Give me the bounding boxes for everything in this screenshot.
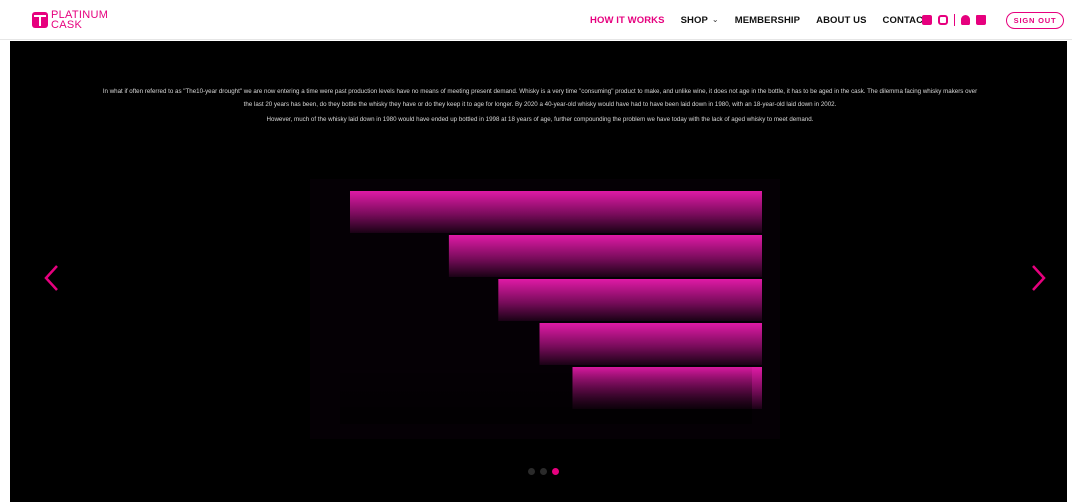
logo-mark-icon xyxy=(32,12,48,28)
chevron-down-icon: ⌄ xyxy=(711,14,719,24)
nav-membership[interactable]: MEMBERSHIP xyxy=(735,15,800,26)
logo-text: PLATINUM CASK xyxy=(51,10,108,31)
icon-divider xyxy=(954,14,955,26)
chart-bar xyxy=(448,235,762,277)
chart-bar xyxy=(539,323,762,365)
chevron-right-icon xyxy=(1032,265,1046,291)
nav-about-us[interactable]: ABOUT US xyxy=(816,15,866,26)
sign-out-button[interactable]: SIGN OUT xyxy=(1006,12,1064,29)
shopping-bag-icon[interactable] xyxy=(976,15,986,25)
slide-paragraph-1: In what if often referred to as "The10-y… xyxy=(102,88,978,108)
instagram-icon[interactable] xyxy=(938,15,948,25)
chart-bar xyxy=(350,191,762,233)
platinum-cask-logo[interactable]: PLATINUM CASK xyxy=(32,10,108,31)
slide-text: In what if often referred to as "The10-y… xyxy=(100,85,980,126)
user-icon[interactable] xyxy=(961,15,970,25)
logo-line-2: CASK xyxy=(51,19,83,31)
chevron-left-icon xyxy=(44,265,58,291)
whisky-stock-chart xyxy=(310,179,780,439)
site-header: PLATINUM CASK HOW IT WORKS SHOP ⌄ MEMBERS… xyxy=(0,0,1072,40)
header-icons xyxy=(922,0,992,40)
chart-fade xyxy=(340,364,752,424)
nav-shop[interactable]: SHOP ⌄ xyxy=(681,15,719,26)
slide-paragraph-2: However, much of the whisky laid down in… xyxy=(266,116,814,123)
chart-bar xyxy=(498,279,762,321)
nav-how-it-works[interactable]: HOW IT WORKS xyxy=(590,15,665,26)
nav-shop-label: SHOP xyxy=(680,14,708,26)
carousel-prev-button[interactable] xyxy=(42,263,62,293)
carousel-dots xyxy=(528,468,564,475)
carousel-dot[interactable] xyxy=(540,468,547,475)
hero-carousel: In what if often referred to as "The10-y… xyxy=(10,41,1067,502)
carousel-dot[interactable] xyxy=(528,468,535,475)
main-nav: HOW IT WORKS SHOP ⌄ MEMBERSHIP ABOUT US C… xyxy=(590,0,945,40)
facebook-icon[interactable] xyxy=(922,15,932,25)
carousel-next-button[interactable] xyxy=(1028,263,1048,293)
carousel-dot[interactable] xyxy=(552,468,559,475)
